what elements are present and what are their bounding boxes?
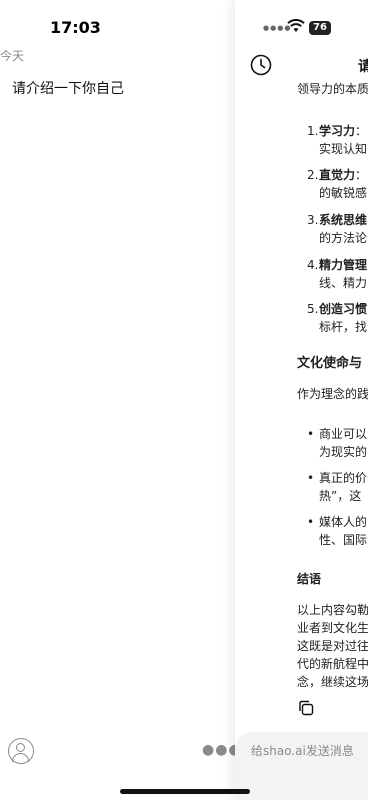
conclusion-line: 业者到文化生 [297,621,368,635]
history-item[interactable]: 请介绍一下你自己 [12,78,124,98]
bullet-item: • 媒体人的 性、国际 [307,515,368,547]
history-drawer: 17:03 今天 请介绍一下你自己 ●●● [0,0,250,800]
list-item: 2.直觉力： 的敏锐感 [307,168,368,200]
list-item: 4.精力管理 线、精力 [307,258,368,290]
list-item: 5.创造习惯 标杆，找 [307,302,368,334]
history-clock-icon[interactable] [250,54,272,76]
home-indicator[interactable] [120,789,250,794]
section-intro: 作为理念的践 [297,387,368,401]
chat-panel: ●●●● 76 请 领导力的本质 1.学习力： 实现认知 2.直觉力： 的敏锐感… [235,0,368,800]
conclusion-heading: 结语 [297,572,322,586]
message-input[interactable]: 给shao.ai发送消息 [235,732,368,800]
conclusion-line: 代的新航程中 [297,657,368,671]
chat-title: 请 [358,59,368,75]
status-time: 17:03 [50,18,101,37]
conclusion-line: 以上内容勾勒 [297,603,368,617]
battery-indicator: 76 [309,21,331,35]
copy-icon[interactable] [298,700,314,716]
intro-text: 领导力的本质 [297,82,368,96]
conclusion-line: 念，继续这场 [297,675,368,689]
list-item: 3.系统思维 的方法论 [307,213,368,245]
profile-icon[interactable] [8,738,34,764]
input-placeholder: 给shao.ai发送消息 [251,744,354,758]
history-section-label: 今天 [0,49,25,63]
list-item: 1.学习力： 实现认知 [307,124,368,156]
conclusion-line: 这既是对过往 [297,639,368,653]
section-heading: 文化使命与 [297,356,363,371]
bullet-item: • 真正的价 热”，这 [307,471,368,503]
bullet-item: • 商业可以 为现实的 [307,427,368,459]
status-bar: ●●●● 76 [235,14,368,38]
wifi-icon [287,19,305,32]
